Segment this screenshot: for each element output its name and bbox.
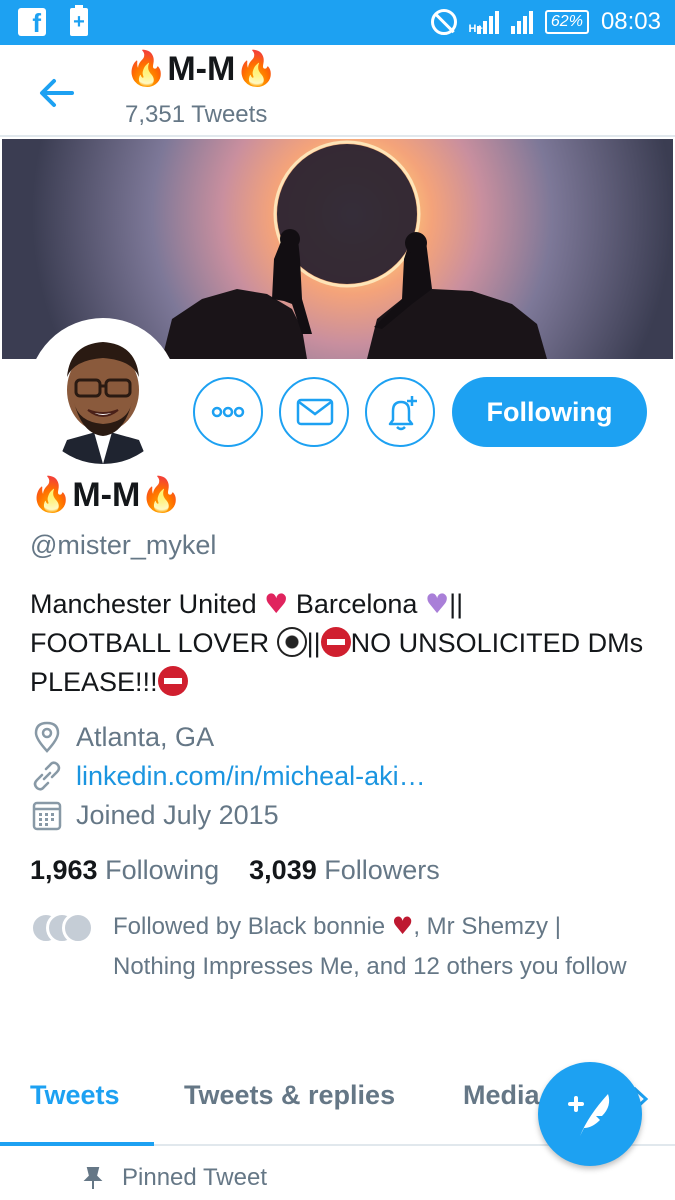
profile-handle: @mister_mykel <box>30 530 217 560</box>
purple-heart-icon: ♥ <box>424 589 450 620</box>
bio-text: || <box>306 628 321 658</box>
location-text: Atlanta, GA <box>76 721 215 752</box>
followed-by-prefix: Followed by Black bonnie <box>113 913 392 940</box>
soccer-ball-icon <box>276 627 307 657</box>
calendar-icon <box>32 801 62 831</box>
follow-stats: 1,963 Following 3,039 Followers <box>30 855 440 886</box>
followed-by-text: Followed by Black bonnie ♥, Mr Shemzy | … <box>113 906 633 987</box>
status-bar-system: H+ 62% 08:03 <box>430 8 661 36</box>
signal-strength-icon <box>510 10 533 34</box>
pinned-tweet-text: Pinned Tweet <box>122 1164 267 1191</box>
notifications-toggle-button[interactable] <box>365 377 435 447</box>
compose-feather-icon <box>568 1094 610 1136</box>
website-link[interactable]: linkedin.com/in/micheal-aki… <box>76 761 426 792</box>
profile-bio: Manchester United ♥ Barcelona ♥|| FOOTBA… <box>30 585 650 702</box>
pin-icon <box>83 1167 103 1189</box>
more-options-button[interactable] <box>193 377 263 447</box>
active-tab-indicator <box>0 1142 154 1146</box>
red-heart-icon: ♥ <box>391 912 414 940</box>
fire-emoji-icon: 🔥 <box>125 49 168 89</box>
pinned-tweet-label: Pinned Tweet <box>82 1164 267 1192</box>
profile-name-text: M-M <box>72 476 141 514</box>
status-bar: f + H+ 62% 08:03 <box>0 0 675 45</box>
followers-stat[interactable]: 3,039 Followers <box>249 855 440 885</box>
following-label: Following <box>105 855 220 885</box>
fire-emoji-icon: 🔥 <box>140 475 183 515</box>
clock: 08:03 <box>600 8 661 35</box>
profile-location: Atlanta, GA <box>30 720 214 754</box>
bitmoji-avatar-image <box>32 322 174 464</box>
compose-tweet-button[interactable] <box>538 1062 642 1166</box>
no-entry-icon <box>157 666 188 696</box>
profile-name: 🔥M-M🔥 <box>30 475 183 515</box>
tab-tweets[interactable]: Tweets <box>30 1080 120 1111</box>
following-stat[interactable]: 1,963 Following <box>30 855 219 885</box>
do-not-disturb-icon <box>430 9 457 35</box>
tab-media[interactable]: Media <box>463 1080 540 1111</box>
tab-tweets-and-replies[interactable]: Tweets & replies <box>184 1080 395 1111</box>
signal-bars-icon <box>476 10 499 34</box>
joined-text: Joined July 2015 <box>76 799 279 830</box>
avatar <box>62 912 94 944</box>
followers-label: Followers <box>324 855 440 885</box>
header-title: 🔥M-M🔥 <box>125 49 278 89</box>
bio-text: FOOTBALL LOVER <box>30 628 277 658</box>
profile-website: linkedin.com/in/micheal-aki… <box>30 759 426 793</box>
followers-count: 3,039 <box>249 855 317 885</box>
status-bar-notifications: f + <box>18 5 88 37</box>
envelope-icon <box>296 398 334 426</box>
no-entry-icon <box>320 627 351 657</box>
following-button[interactable]: Following <box>452 377 647 447</box>
battery-saver-notification-icon: + <box>70 5 88 36</box>
facebook-notification-icon: f <box>18 8 46 37</box>
back-button[interactable] <box>36 73 76 113</box>
profile-avatar[interactable] <box>28 318 178 468</box>
bio-text: || <box>449 589 464 619</box>
profile-header-bar: 🔥M-M🔥 7,351 Tweets <box>0 45 675 137</box>
location-pin-icon <box>34 721 60 753</box>
message-button[interactable] <box>279 377 349 447</box>
profile-joined: Joined July 2015 <box>30 798 279 832</box>
mutual-follower-avatars <box>30 912 100 944</box>
ellipsis-icon <box>211 406 245 418</box>
bio-text: Manchester United <box>30 589 265 619</box>
mobile-data-icon: H+ <box>469 10 499 35</box>
fire-emoji-icon: 🔥 <box>235 49 278 89</box>
link-icon <box>33 761 61 791</box>
tweets-count: 7,351 Tweets <box>125 101 268 128</box>
fire-emoji-icon: 🔥 <box>30 475 73 515</box>
back-arrow-icon <box>40 79 74 107</box>
red-heart-icon: ♥ <box>264 589 289 620</box>
battery-indicator: 62% <box>544 10 589 34</box>
bio-text: Barcelona <box>288 589 425 619</box>
bell-plus-icon <box>388 396 417 431</box>
following-count: 1,963 <box>30 855 98 885</box>
header-name-text: M-M <box>167 50 236 88</box>
